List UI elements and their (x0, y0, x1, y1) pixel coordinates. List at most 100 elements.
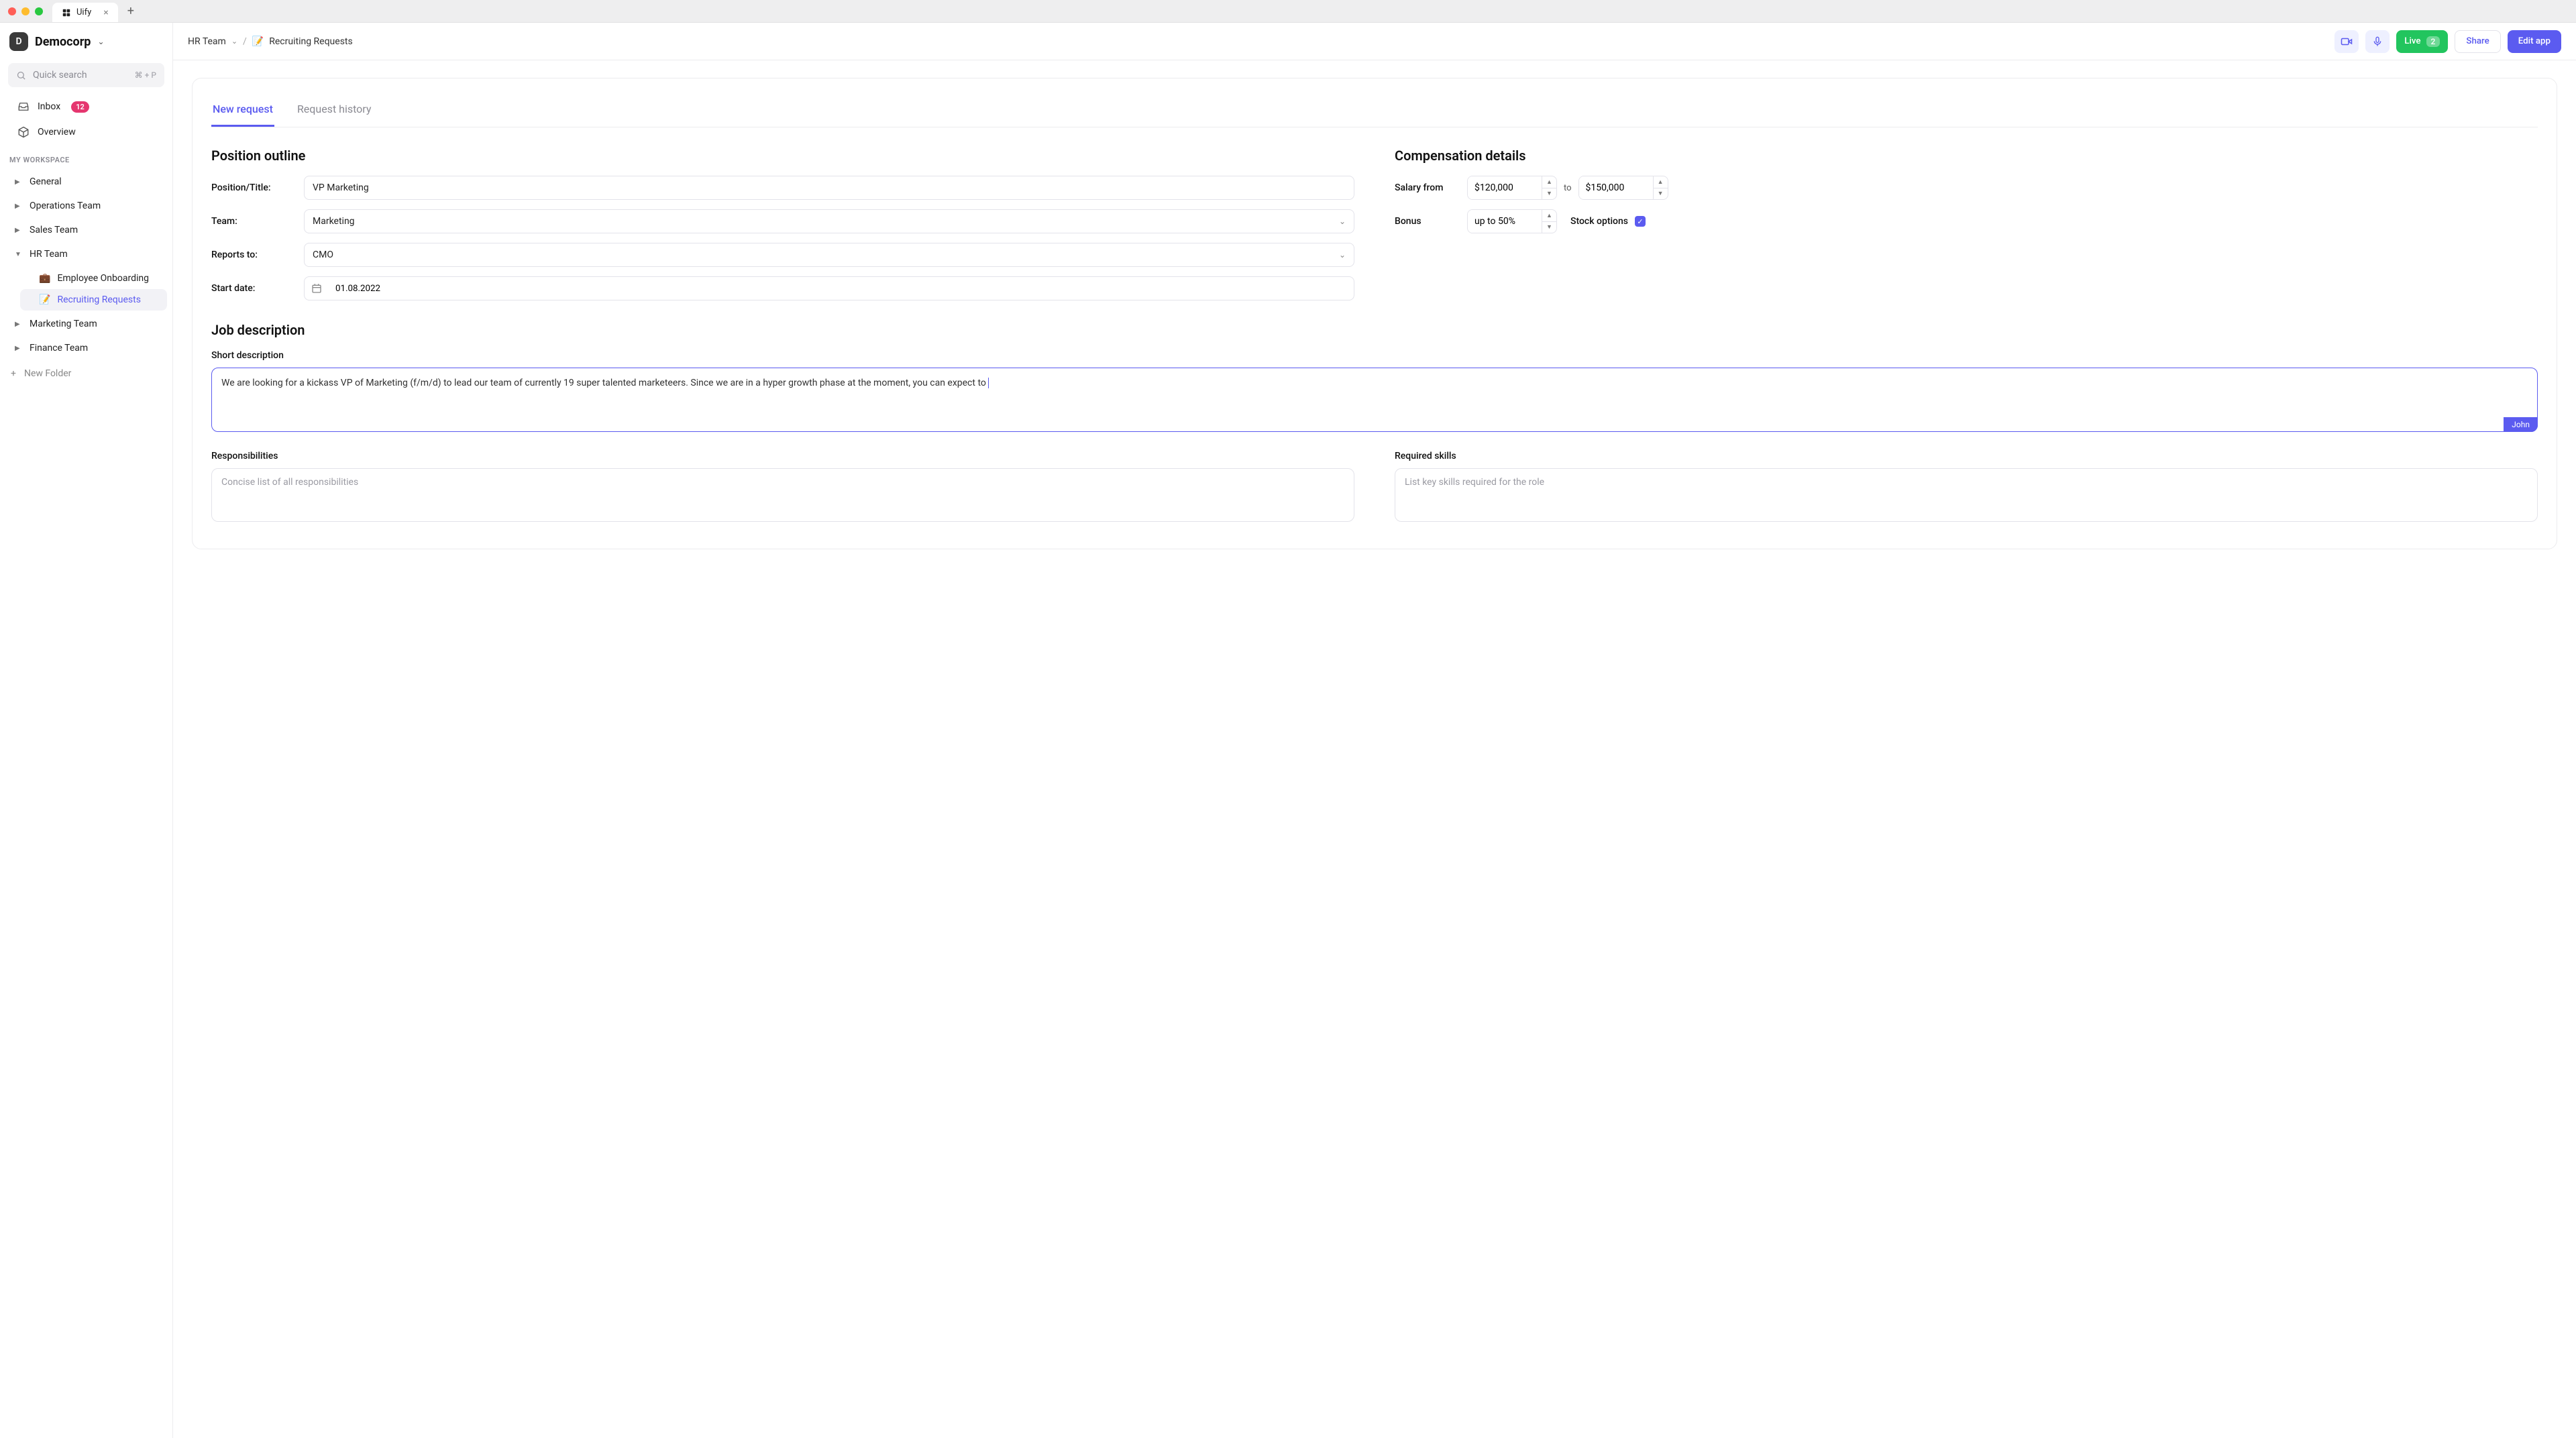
bonus-stepper[interactable]: ▲▼ (1467, 209, 1557, 233)
position-section-title: Position outline (211, 148, 1354, 164)
tree-label: Sales Team (30, 225, 78, 235)
compensation-section-title: Compensation details (1395, 148, 2538, 164)
workspace-section-label: MY WORKSPACE (0, 146, 172, 168)
breadcrumb-separator: / (243, 36, 247, 47)
nav-overview-label: Overview (38, 127, 76, 137)
reports-to-value: CMO (313, 250, 333, 260)
nav-inbox[interactable]: Inbox 12 (5, 95, 167, 118)
tree-item-recruiting[interactable]: 📝 Recruiting Requests (20, 289, 167, 311)
tree-label: Employee Onboarding (57, 273, 149, 284)
search-icon (16, 70, 26, 80)
team-label: Team: (211, 216, 299, 227)
position-label: Position/Title: (211, 182, 299, 193)
bonus-input[interactable] (1468, 210, 1542, 233)
video-call-button[interactable] (2334, 30, 2359, 53)
job-description-section-title: Job description (211, 322, 2538, 338)
nav-overview[interactable]: Overview (5, 121, 167, 144)
inbox-badge: 12 (71, 101, 89, 113)
team-value: Marketing (313, 216, 355, 227)
tree-item-hr[interactable]: ▼ HR Team (5, 243, 167, 265)
step-up-icon[interactable]: ▲ (1542, 210, 1556, 222)
team-select[interactable]: Marketing ⌄ (304, 209, 1354, 233)
tree-label: Recruiting Requests (57, 294, 140, 305)
short-description-label: Short description (211, 350, 2538, 361)
chevron-down-icon[interactable]: ⌄ (231, 37, 237, 46)
stock-options-label: Stock options (1570, 216, 1628, 227)
tree-label: HR Team (30, 249, 68, 260)
edit-app-button[interactable]: Edit app (2508, 30, 2561, 53)
topbar: HR Team ⌄ / 📝 Recruiting Requests Live 2… (173, 23, 2576, 60)
tree-item-onboarding[interactable]: 💼 Employee Onboarding (20, 268, 167, 289)
minimize-window-icon[interactable] (21, 7, 30, 15)
chevron-down-icon: ⌄ (97, 37, 104, 46)
step-up-icon[interactable]: ▲ (1654, 176, 1668, 188)
plus-icon: + (11, 368, 16, 379)
sidebar: D Democorp ⌄ Quick search ⌘ + P Inbox 12… (0, 23, 173, 1438)
reports-to-label: Reports to: (211, 250, 299, 260)
salary-from-input[interactable] (1468, 176, 1542, 199)
step-down-icon[interactable]: ▼ (1542, 222, 1556, 233)
note-icon: 📝 (252, 36, 264, 47)
responsibilities-textarea[interactable]: Concise list of all responsibilities (211, 468, 1354, 522)
salary-to-word: to (1564, 183, 1572, 193)
new-folder-button[interactable]: + New Folder (0, 362, 172, 379)
close-window-icon[interactable] (8, 7, 16, 15)
step-down-icon[interactable]: ▼ (1542, 188, 1556, 200)
salary-to-input[interactable] (1579, 176, 1653, 199)
tree-item-operations[interactable]: ▶ Operations Team (5, 195, 167, 217)
breadcrumb-page: Recruiting Requests (269, 36, 352, 47)
main-content: HR Team ⌄ / 📝 Recruiting Requests Live 2… (173, 23, 2576, 1438)
start-date-value[interactable] (313, 284, 1346, 294)
salary-from-stepper[interactable]: ▲▼ (1467, 176, 1557, 200)
tree-label: General (30, 176, 62, 187)
new-folder-label: New Folder (24, 368, 71, 379)
tree-label: Marketing Team (30, 319, 97, 329)
breadcrumb: HR Team ⌄ / 📝 Recruiting Requests (188, 36, 353, 47)
new-tab-button[interactable]: + (127, 4, 134, 18)
tree-item-marketing[interactable]: ▶ Marketing Team (5, 313, 167, 335)
step-up-icon[interactable]: ▲ (1542, 176, 1556, 188)
cube-icon (17, 126, 30, 138)
maximize-window-icon[interactable] (35, 7, 43, 15)
text-cursor (988, 378, 989, 388)
stock-options-checkbox[interactable]: ✓ (1635, 216, 1646, 227)
short-description-textarea[interactable]: We are looking for a kickass VP of Marke… (211, 368, 2538, 432)
microphone-button[interactable] (2365, 30, 2390, 53)
live-label: Live (2404, 36, 2420, 46)
step-down-icon[interactable]: ▼ (1654, 188, 1668, 200)
browser-tab[interactable]: Uify × (52, 3, 118, 23)
chevron-right-icon: ▶ (15, 345, 23, 352)
share-button[interactable]: Share (2455, 30, 2500, 53)
close-tab-icon[interactable]: × (103, 7, 108, 18)
salary-to-stepper[interactable]: ▲▼ (1578, 176, 1668, 200)
tab-new-request[interactable]: New request (211, 95, 274, 127)
salary-label: Salary from (1395, 182, 1462, 193)
search-shortcut: ⌘ + P (135, 70, 156, 80)
chevron-down-icon: ⌄ (1339, 250, 1346, 260)
note-icon: 📝 (39, 294, 50, 305)
required-skills-textarea[interactable]: List key skills required for the role (1395, 468, 2538, 522)
start-date-input[interactable] (304, 276, 1354, 300)
workspace-switcher[interactable]: D Democorp ⌄ (0, 32, 172, 58)
tab-request-history[interactable]: Request history (296, 95, 373, 127)
tree-item-sales[interactable]: ▶ Sales Team (5, 219, 167, 241)
tree-label: Finance Team (30, 343, 88, 353)
chevron-right-icon: ▶ (15, 321, 23, 328)
position-input[interactable] (304, 176, 1354, 200)
tree-item-finance[interactable]: ▶ Finance Team (5, 337, 167, 359)
quick-search[interactable]: Quick search ⌘ + P (8, 63, 164, 87)
live-button[interactable]: Live 2 (2396, 30, 2448, 53)
tree-item-general[interactable]: ▶ General (5, 171, 167, 192)
workspace-name: Democorp (35, 35, 91, 49)
reports-to-select[interactable]: CMO ⌄ (304, 243, 1354, 267)
app-logo-icon (62, 8, 71, 17)
video-icon (2341, 36, 2353, 48)
nav-inbox-label: Inbox (38, 101, 60, 112)
window-chrome: Uify × + (0, 0, 2576, 23)
short-description-value: We are looking for a kickass VP of Marke… (221, 378, 988, 388)
tabs: New request Request history (211, 95, 2538, 127)
breadcrumb-root[interactable]: HR Team (188, 36, 226, 47)
chevron-down-icon: ▼ (15, 251, 23, 258)
chevron-down-icon: ⌄ (1339, 217, 1346, 226)
chevron-right-icon: ▶ (15, 178, 23, 186)
